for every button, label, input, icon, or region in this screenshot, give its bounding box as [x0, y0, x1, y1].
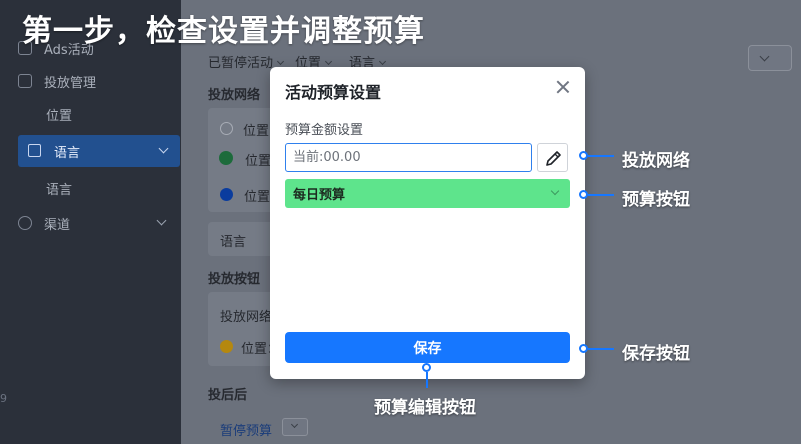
chevron-down-icon — [156, 215, 167, 226]
budget-amount-label: 预算金额设置 — [285, 123, 364, 138]
annotation-line — [588, 348, 614, 350]
chevron-down-icon — [158, 143, 169, 154]
annotation-line — [426, 372, 428, 388]
top-dropdown[interactable] — [748, 45, 792, 71]
chevron-down-icon — [759, 51, 770, 62]
filter-label: 已暂停活动 — [208, 56, 274, 71]
chevron-down-icon — [550, 186, 560, 196]
chevron-down-icon — [324, 57, 333, 66]
sidebar-item-label: 语言 — [46, 182, 73, 198]
annotation-dot — [579, 190, 588, 199]
budget-edit-button[interactable] — [537, 143, 568, 172]
sidebar-item-location[interactable]: 位置 — [46, 98, 72, 130]
sidebar-item-label: 投放管理 — [44, 75, 97, 91]
annotation-line — [588, 194, 614, 196]
section-language-title: 语言 — [220, 235, 247, 250]
pencil-icon — [546, 151, 561, 166]
side-number: 9 — [0, 392, 7, 405]
sidebar-item-delivery[interactable]: 投放管理 — [18, 65, 96, 97]
sidebar-item-language[interactable]: 语言 — [46, 172, 72, 204]
check-circle-icon[interactable] — [219, 151, 233, 165]
sidebar-item-label: 位置 — [46, 108, 73, 124]
annotation-dot — [579, 344, 588, 353]
save-button[interactable]: 保存 — [285, 332, 570, 363]
chevron-down-icon — [378, 57, 387, 66]
modal-title: 活动预算设置 — [285, 83, 382, 102]
globe-icon — [18, 216, 32, 230]
annotation-edit-button: 预算编辑按钮 — [374, 398, 476, 418]
budget-type-select[interactable]: 每日预算 — [285, 179, 570, 208]
option-label: 位置 — [243, 124, 270, 139]
budget-amount-input[interactable] — [285, 143, 532, 172]
close-icon[interactable] — [555, 79, 571, 95]
status-dot[interactable] — [220, 340, 233, 353]
radio-option-selected[interactable] — [220, 188, 233, 201]
annotation-save-button: 保存按钮 — [622, 344, 690, 364]
chevron-down-icon — [290, 420, 299, 429]
sub-network-label: 投放网络 — [220, 310, 273, 325]
sidebar-item-label: 语言 — [54, 146, 81, 161]
budget-modal: 活动预算设置 预算金额设置 每日预算 保存 — [270, 67, 585, 379]
radio-option[interactable] — [220, 122, 233, 135]
step-heading: 第一步，检查设置并调整预算 — [22, 14, 425, 49]
document-icon — [28, 144, 41, 157]
pause-budget-link[interactable]: 暂停预算 — [220, 420, 272, 439]
sidebar-item-label: 渠道 — [44, 217, 71, 233]
sidebar-item-language-active[interactable]: 语言 — [18, 135, 180, 167]
annotation-line — [588, 155, 614, 157]
sidebar: Ads活动 投放管理 位置 语言 语言 渠道 9 — [0, 0, 181, 444]
section-buttons-title: 投放按钮 — [208, 272, 261, 287]
annotation-dot — [579, 151, 588, 160]
pause-dropdown[interactable] — [282, 418, 308, 436]
option-label: 位置 — [245, 154, 272, 169]
sidebar-item-channel[interactable]: 渠道 — [18, 207, 167, 239]
section-network-title: 投放网络 — [208, 88, 261, 103]
annotation-budget-button: 预算按钮 — [622, 190, 690, 210]
annotation-network: 投放网络 — [622, 151, 690, 171]
option-label: 位置 — [244, 190, 271, 205]
chevron-down-icon — [276, 57, 285, 66]
budget-type-value: 每日预算 — [293, 188, 346, 203]
section-after-title: 投后后 — [208, 388, 248, 403]
annotation-dot — [422, 363, 431, 372]
document-icon — [18, 74, 32, 88]
